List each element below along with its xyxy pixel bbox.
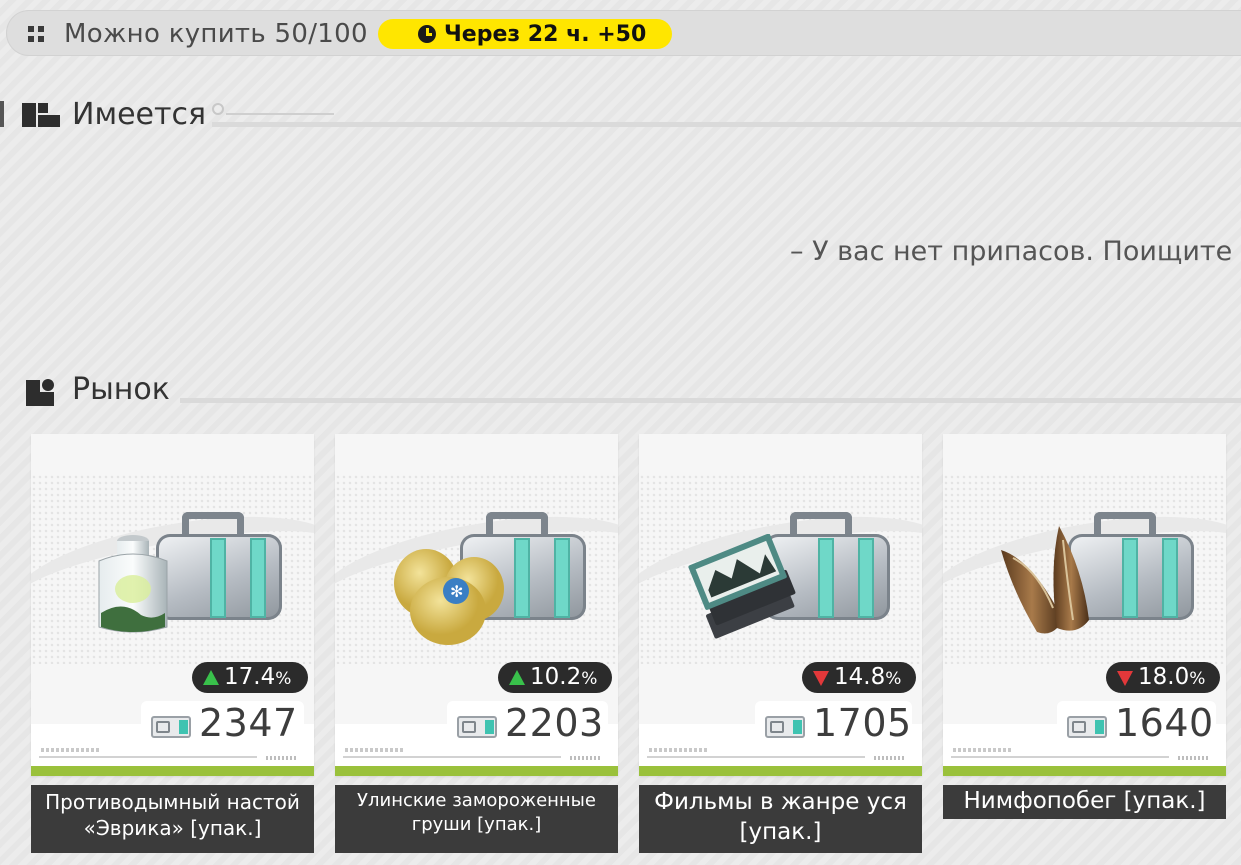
percent-sign: % [885, 669, 902, 689]
price-change-value: 18.0 [1138, 664, 1190, 690]
price-change-value: 17.4 [224, 664, 276, 690]
currency-chip-icon [151, 716, 191, 738]
tea-can-image [98, 535, 168, 633]
price-change-value: 14.8 [834, 664, 886, 690]
item-price: 2347 [199, 701, 298, 745]
inventory-icon [22, 103, 60, 127]
trend-down-icon [813, 671, 829, 686]
section-divider [212, 122, 1241, 127]
percent-sign: % [581, 669, 598, 689]
trend-up-icon [509, 670, 525, 685]
availability-bar [639, 766, 922, 776]
purchase-limit-bar: Можно купить 50/100 Через 22 ч. +50 [6, 10, 1241, 56]
percent-sign: % [275, 669, 292, 689]
price-change-value: 10.2 [530, 664, 582, 690]
availability-bar [943, 766, 1226, 776]
item-name-label: Нимфопобег [упак.] [943, 785, 1226, 819]
price-box: 1640 [1057, 701, 1216, 747]
percent-sign: % [1189, 669, 1206, 689]
clock-icon [418, 25, 436, 43]
price-change-badge: 10.2% [498, 662, 612, 693]
section-divider [180, 398, 1241, 403]
currency-chip-icon [1067, 716, 1107, 738]
price-box: 1705 [755, 701, 912, 747]
decor-dot [212, 103, 224, 115]
restock-timer-badge: Через 22 ч. +50 [378, 19, 672, 49]
owned-section-title: Имеется [72, 97, 207, 132]
pears-image: ✻ [394, 549, 504, 645]
section-marker [0, 101, 4, 127]
price-change-badge: 18.0% [1106, 662, 1220, 693]
price-box: 2347 [141, 701, 304, 747]
currency-chip-icon [765, 716, 805, 738]
price-box: 2203 [447, 701, 608, 747]
film-tapes-image [688, 534, 796, 639]
item-price: 1640 [1115, 701, 1214, 745]
market-section-title: Рынок [72, 372, 170, 407]
purchase-limit-label: Можно купить 50/100 [64, 19, 368, 49]
trend-up-icon [203, 670, 219, 685]
item-price: 1705 [813, 701, 912, 745]
market-item-card[interactable]: ✻ 10.2% 2203 [335, 434, 618, 776]
availability-bar [335, 766, 618, 776]
empty-inventory-message: – У вас нет припасов. Поищите [790, 236, 1233, 267]
item-name-label: Улинские замороженные груши [упак.] [335, 785, 618, 853]
availability-bar [31, 766, 314, 776]
market-item-card[interactable]: 17.4% 2347 [31, 434, 314, 776]
svg-text:✻: ✻ [450, 582, 463, 601]
market-item-card[interactable]: 18.0% 1640 [943, 434, 1226, 776]
price-change-badge: 17.4% [192, 662, 308, 693]
market-icon [26, 379, 54, 406]
restock-timer-text: Через 22 ч. +50 [444, 22, 647, 47]
item-price: 2203 [505, 701, 604, 745]
market-item-card[interactable]: 14.8% 1705 [639, 434, 922, 776]
trend-down-icon [1117, 671, 1133, 686]
decor-line [226, 113, 334, 115]
price-change-badge: 14.8% [802, 662, 916, 693]
currency-chip-icon [457, 716, 497, 738]
grid-icon [28, 26, 44, 42]
item-name-label: Фильмы в жанре уся [упак.] [639, 785, 922, 853]
item-name-label: Противодымный настой «Эврика» [упак.] [31, 785, 314, 853]
bamboo-shoots-image [1001, 526, 1089, 634]
